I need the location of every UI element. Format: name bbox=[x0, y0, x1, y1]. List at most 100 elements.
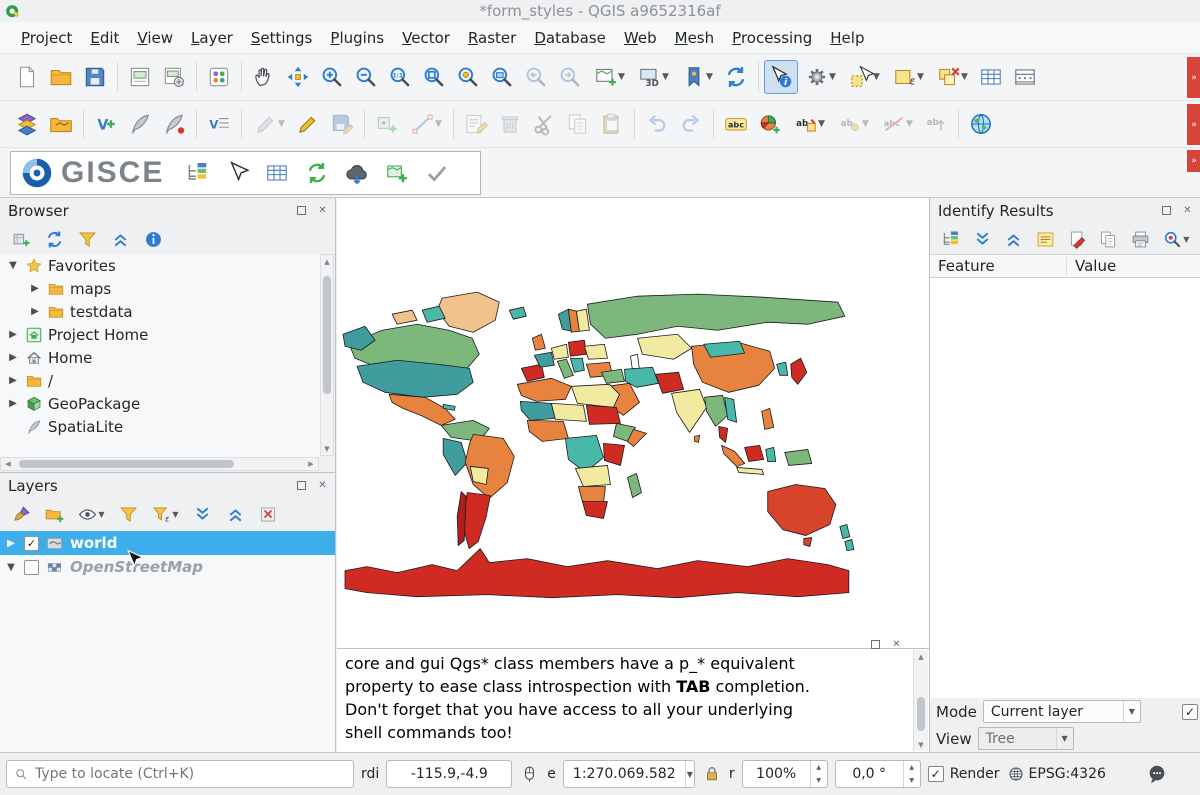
zoom-to-selection-button[interactable] bbox=[451, 60, 485, 94]
messages-button[interactable] bbox=[1146, 763, 1168, 785]
select-features-button[interactable]: ▼ bbox=[842, 60, 886, 94]
open-project-button[interactable] bbox=[44, 60, 78, 94]
identify-auto-open-checkbox[interactable]: ✓ bbox=[1182, 704, 1198, 720]
identify-collapse-all-button[interactable] bbox=[1001, 226, 1026, 252]
menu-plugins[interactable]: Plugins bbox=[321, 24, 393, 52]
identify-clear-results-button[interactable] bbox=[1065, 226, 1090, 252]
chevron-down-icon[interactable]: ▼ bbox=[685, 761, 694, 787]
dropdown-arrow-icon[interactable]: ▼ bbox=[706, 72, 713, 82]
current-edits-button[interactable]: ▼ bbox=[247, 107, 291, 141]
map-canvas[interactable] bbox=[337, 198, 929, 648]
layer-visibility-checkbox[interactable]: ✓ bbox=[24, 536, 39, 551]
chevron-down-icon[interactable]: ▼ bbox=[1123, 701, 1140, 722]
identify-close-button[interactable]: ✕ bbox=[1181, 204, 1194, 217]
pin-labels-button[interactable]: ab▼ bbox=[787, 107, 831, 141]
add-feature-button[interactable] bbox=[370, 107, 404, 141]
browser-close-button[interactable]: ✕ bbox=[316, 204, 329, 217]
browser-properties-button[interactable] bbox=[140, 226, 166, 252]
titlebar[interactable]: *form_styles - QGIS a9652316af bbox=[0, 0, 1200, 22]
new-print-layout-button[interactable] bbox=[123, 60, 157, 94]
expander-icon[interactable]: ▶ bbox=[6, 375, 20, 386]
toolbar1-extension-button[interactable]: » bbox=[1187, 57, 1200, 98]
save-layer-edits-button[interactable] bbox=[325, 107, 359, 141]
modify-attributes-button[interactable] bbox=[459, 107, 493, 141]
layer-labeling-button[interactable]: abc bbox=[719, 107, 753, 141]
spin-up-icon[interactable]: ▲ bbox=[904, 761, 920, 774]
menu-help[interactable]: Help bbox=[821, 24, 873, 52]
browser-item-testdata[interactable]: ▶testdata bbox=[0, 300, 320, 323]
open-data-source-manager-button[interactable] bbox=[10, 107, 44, 141]
new-geopackage-layer-button[interactable]: V bbox=[89, 107, 123, 141]
layer-diagram-button[interactable] bbox=[753, 107, 787, 141]
menu-raster[interactable]: Raster bbox=[459, 24, 525, 52]
browser-float-button[interactable] bbox=[295, 204, 308, 217]
undo-button[interactable] bbox=[640, 107, 674, 141]
browser-refresh-button[interactable] bbox=[41, 226, 67, 252]
metasearch-button[interactable] bbox=[964, 107, 998, 141]
show-bookmarks-button[interactable]: ▼ bbox=[675, 60, 719, 94]
expand-all-layers-button[interactable] bbox=[189, 501, 215, 527]
menu-project[interactable]: Project bbox=[12, 24, 81, 52]
expander-icon[interactable]: ▼ bbox=[4, 562, 18, 573]
dropdown-arrow-icon[interactable]: ▼ bbox=[829, 72, 836, 82]
dropdown-arrow-icon[interactable]: ▼ bbox=[278, 119, 285, 129]
select-by-expression-button[interactable]: ε▼ bbox=[886, 60, 930, 94]
add-vector-layer-button[interactable] bbox=[44, 107, 78, 141]
expander-icon[interactable]: ▶ bbox=[6, 352, 20, 363]
coordinate-input[interactable] bbox=[386, 760, 512, 788]
expander-icon[interactable]: ▶ bbox=[28, 283, 42, 294]
spin-up-icon[interactable]: ▲ bbox=[811, 761, 827, 774]
extents-toggle-icon[interactable] bbox=[519, 764, 540, 785]
render-checkbox[interactable]: ✓ bbox=[928, 766, 944, 782]
pan-to-selection-button[interactable] bbox=[281, 60, 315, 94]
layers-close-button[interactable]: ✕ bbox=[316, 479, 329, 492]
browser-item-item[interactable]: ▶/ bbox=[0, 369, 320, 392]
browser-vertical-scrollbar[interactable]: ▲ ▼ bbox=[320, 254, 334, 456]
dropdown-arrow-icon[interactable]: ▼ bbox=[172, 510, 178, 519]
toolbar2-extension-button[interactable]: » bbox=[1187, 104, 1200, 145]
gisce-upload-button[interactable] bbox=[340, 156, 374, 190]
python-console-output[interactable]: ✕ core and gui Qgs* class members have a… bbox=[337, 648, 929, 752]
new-shapefile-layer-button[interactable] bbox=[123, 107, 157, 141]
dropdown-arrow-icon[interactable]: ▼ bbox=[618, 72, 625, 82]
open-layer-styling-button[interactable] bbox=[8, 501, 34, 527]
new-spatialite-layer-button[interactable] bbox=[157, 107, 191, 141]
browser-item-maps[interactable]: ▶maps bbox=[0, 277, 320, 300]
identify-view-combobox[interactable]: Tree ▼ bbox=[978, 727, 1074, 750]
spin-down-icon[interactable]: ▼ bbox=[904, 774, 920, 787]
console-close-button[interactable]: ✕ bbox=[890, 638, 903, 651]
run-feature-action-button[interactable]: ▼ bbox=[798, 60, 842, 94]
console-scrollbar[interactable]: ▲ ▼ bbox=[913, 650, 928, 751]
add-group-button[interactable] bbox=[41, 501, 67, 527]
layer-item-openstreetmap[interactable]: ▼OpenStreetMap bbox=[0, 555, 335, 579]
save-project-button[interactable] bbox=[78, 60, 112, 94]
new-virtual-layer-button[interactable]: V bbox=[202, 107, 236, 141]
dropdown-arrow-icon[interactable]: ▼ bbox=[435, 119, 442, 129]
expander-icon[interactable]: ▶ bbox=[6, 398, 20, 409]
browser-horizontal-scrollbar[interactable]: ◀ ▶ bbox=[0, 457, 319, 471]
dropdown-arrow-icon[interactable]: ▼ bbox=[906, 119, 913, 129]
new-project-button[interactable] bbox=[10, 60, 44, 94]
identify-features-button[interactable]: i bbox=[764, 60, 798, 94]
gisce-validate-button[interactable] bbox=[420, 156, 454, 190]
pan-map-button[interactable] bbox=[247, 60, 281, 94]
rotation-spinbox[interactable]: 0,0 ° ▲▼ bbox=[835, 760, 921, 788]
gisce-layer-tree-button[interactable] bbox=[180, 156, 214, 190]
identify-open-form-button[interactable] bbox=[938, 226, 963, 252]
redo-button[interactable] bbox=[674, 107, 708, 141]
gisce-table-button[interactable] bbox=[260, 156, 294, 190]
gisce-pointer-button[interactable] bbox=[220, 156, 254, 190]
identify-expand-all-button[interactable] bbox=[970, 226, 995, 252]
dropdown-arrow-icon[interactable]: ▼ bbox=[1183, 235, 1189, 244]
show-hide-labels-button[interactable]: abc▼ bbox=[875, 107, 919, 141]
filter-by-expression-button[interactable]: ε▼ bbox=[148, 501, 182, 527]
statistical-summary-button[interactable] bbox=[1008, 60, 1042, 94]
browser-add-layer-button[interactable] bbox=[8, 226, 34, 252]
browser-item-geopackage[interactable]: ▶GeoPackage bbox=[0, 392, 320, 415]
menu-mesh[interactable]: Mesh bbox=[666, 24, 724, 52]
crs-status-button[interactable]: EPSG:4326 bbox=[1007, 765, 1106, 783]
identify-results-body[interactable] bbox=[930, 278, 1200, 698]
expander-icon[interactable]: ▶ bbox=[28, 306, 42, 317]
layer-visibility-checkbox[interactable] bbox=[24, 560, 39, 575]
gisce-sync-button[interactable] bbox=[300, 156, 334, 190]
